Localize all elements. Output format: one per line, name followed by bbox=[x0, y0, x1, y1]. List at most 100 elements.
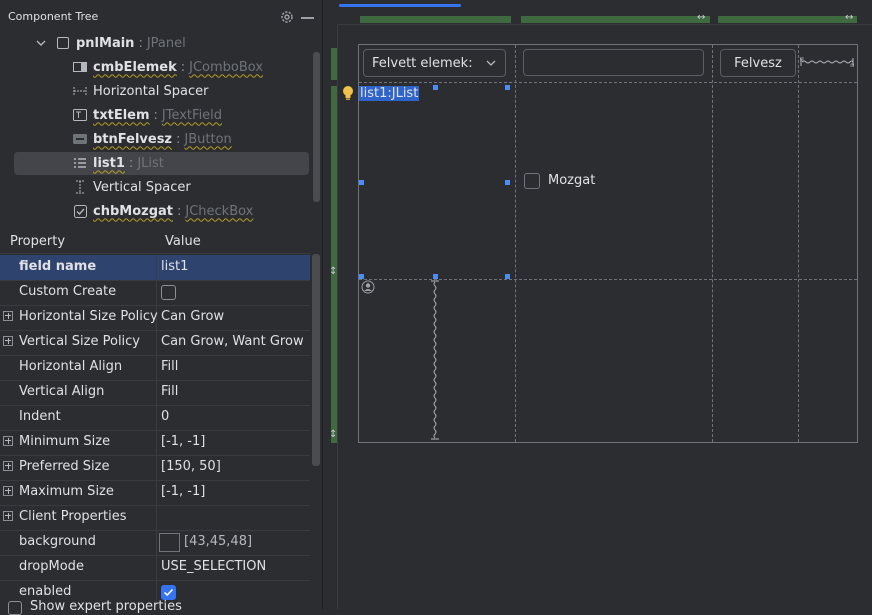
column-resize-icon[interactable]: ↔ bbox=[697, 12, 705, 23]
list1-jlist[interactable]: list1:JList bbox=[359, 86, 420, 101]
selection-handle[interactable] bbox=[505, 85, 510, 90]
selection-handle[interactable] bbox=[505, 274, 510, 279]
person-icon bbox=[361, 280, 375, 294]
tree-item-type: JComboBox bbox=[189, 59, 264, 75]
tree-item-name: txtElem bbox=[93, 107, 150, 123]
property-value[interactable]: [43,45,48] bbox=[184, 534, 252, 549]
column-resize-icon[interactable]: ↔ bbox=[845, 12, 853, 23]
property-row-horizontal-size-policy[interactable]: Horizontal Size Policy Can Grow bbox=[0, 305, 310, 331]
property-row-dropmode[interactable]: dropMode USE_SELECTION bbox=[0, 555, 310, 581]
property-value[interactable]: [-1, -1] bbox=[161, 484, 205, 499]
row-resize-icon[interactable]: ↕ bbox=[329, 266, 337, 277]
property-row-preferred-size[interactable]: Preferred Size [150, 50] bbox=[0, 455, 310, 481]
properties-scrollbar[interactable] bbox=[312, 254, 320, 466]
column-bar-3[interactable] bbox=[718, 16, 857, 23]
tree-item-name: pnlMain bbox=[76, 35, 135, 51]
combobox-label: Felvett elemek: bbox=[372, 56, 473, 71]
panel-icon bbox=[56, 36, 70, 50]
checkbox-icon bbox=[73, 204, 87, 218]
tree-item-pnlMain[interactable]: pnlMain : JPanel bbox=[0, 31, 346, 55]
property-row-field-name[interactable]: field name list1 bbox=[0, 255, 310, 281]
custom-create-checkbox[interactable] bbox=[161, 285, 176, 300]
property-name: Horizontal Align bbox=[19, 359, 123, 374]
property-value[interactable]: list1 bbox=[161, 259, 188, 274]
row-bar-2[interactable] bbox=[331, 86, 337, 443]
tree-item-name: Horizontal Spacer bbox=[93, 83, 209, 99]
column-divider bbox=[156, 280, 157, 305]
expand-icon[interactable] bbox=[3, 436, 13, 446]
show-expert-label: Show expert properties bbox=[30, 599, 182, 614]
property-name: Custom Create bbox=[19, 284, 117, 299]
property-value[interactable]: [-1, -1] bbox=[161, 434, 205, 449]
tree-item-type: JList bbox=[137, 155, 164, 171]
column-divider bbox=[156, 530, 157, 555]
selection-handle[interactable] bbox=[359, 180, 364, 185]
expand-icon[interactable] bbox=[3, 486, 13, 496]
property-row-horizontal-align[interactable]: Horizontal Align Fill bbox=[0, 355, 310, 381]
button-label: Felvesz bbox=[734, 56, 782, 71]
property-value[interactable]: Fill bbox=[161, 384, 178, 399]
property-row-client-properties[interactable]: Client Properties bbox=[0, 505, 310, 531]
tree-scrollbar[interactable] bbox=[313, 52, 320, 202]
expand-icon[interactable] bbox=[3, 311, 13, 321]
selection-handle[interactable] bbox=[433, 85, 438, 90]
tree-item-separator: : bbox=[153, 107, 158, 123]
column-divider bbox=[156, 255, 157, 280]
property-column-header: Property bbox=[10, 234, 66, 249]
property-name: Minimum Size bbox=[19, 434, 111, 449]
chevron-down-icon bbox=[486, 60, 496, 66]
property-name: Vertical Align bbox=[19, 384, 105, 399]
txtElem-textfield[interactable] bbox=[523, 49, 704, 76]
column-divider bbox=[156, 355, 157, 380]
chbMozgat-checkbox[interactable] bbox=[524, 173, 540, 189]
expand-icon[interactable] bbox=[3, 511, 13, 521]
selection-handle[interactable] bbox=[505, 180, 510, 185]
property-row-background[interactable]: background [43,45,48] bbox=[0, 530, 310, 556]
grid-line bbox=[798, 45, 799, 442]
column-bar-1[interactable] bbox=[360, 16, 511, 23]
property-value[interactable]: Can Grow bbox=[161, 309, 224, 324]
tree-item-separator: : bbox=[180, 59, 186, 75]
column-divider bbox=[156, 380, 157, 405]
expand-icon[interactable] bbox=[3, 336, 13, 346]
property-value[interactable]: Fill bbox=[161, 359, 178, 374]
list-label: list1:JList bbox=[359, 86, 420, 101]
property-row-vertical-size-policy[interactable]: Vertical Size Policy Can Grow, Want Grow bbox=[0, 330, 310, 356]
selection-handle[interactable] bbox=[359, 274, 364, 279]
lightbulb-icon[interactable] bbox=[342, 85, 354, 101]
show-expert-checkbox[interactable] bbox=[8, 601, 22, 615]
horizontal-spacer[interactable] bbox=[800, 57, 854, 67]
cmbElemek-combobox[interactable]: Felvett elemek: bbox=[363, 49, 506, 77]
property-row-maximum-size[interactable]: Maximum Size [-1, -1] bbox=[0, 480, 310, 506]
checkbox-label: Mozgat bbox=[548, 173, 596, 188]
hide-panel-icon[interactable] bbox=[301, 17, 314, 19]
property-row-vertical-align[interactable]: Vertical Align Fill bbox=[0, 380, 310, 406]
tree-item-separator: : bbox=[177, 203, 182, 219]
btnFelvesz-button[interactable]: Felvesz bbox=[720, 49, 796, 77]
property-row-custom-create[interactable]: Custom Create bbox=[0, 280, 310, 306]
property-name: background bbox=[19, 534, 96, 549]
gear-icon[interactable] bbox=[279, 9, 295, 25]
property-row-indent[interactable]: Indent 0 bbox=[0, 405, 310, 431]
color-swatch[interactable] bbox=[159, 533, 180, 552]
row-resize-icon[interactable]: ↕ bbox=[329, 429, 337, 440]
property-value[interactable]: Can Grow, Want Grow bbox=[161, 334, 304, 349]
horizontal-spacer-icon bbox=[73, 84, 87, 98]
expand-icon[interactable] bbox=[3, 461, 13, 471]
tree-item-type: JPanel bbox=[146, 35, 186, 51]
row-bar-1[interactable] bbox=[331, 48, 337, 80]
property-row-minimum-size[interactable]: Minimum Size [-1, -1] bbox=[0, 430, 310, 456]
property-name: Indent bbox=[19, 409, 61, 424]
property-value[interactable]: USE_SELECTION bbox=[161, 559, 266, 574]
enabled-checkbox[interactable] bbox=[161, 585, 176, 600]
property-name: field name bbox=[19, 259, 97, 274]
value-column-header: Value bbox=[165, 234, 201, 249]
selection-handle[interactable] bbox=[433, 274, 438, 279]
property-name: enabled bbox=[19, 584, 72, 599]
property-value[interactable]: 0 bbox=[161, 409, 169, 424]
property-value[interactable]: [150, 50] bbox=[161, 459, 221, 474]
vertical-spacer[interactable] bbox=[430, 280, 440, 440]
column-bar-2[interactable] bbox=[521, 16, 710, 23]
column-divider bbox=[156, 405, 157, 430]
chevron-down-icon[interactable] bbox=[36, 38, 46, 48]
